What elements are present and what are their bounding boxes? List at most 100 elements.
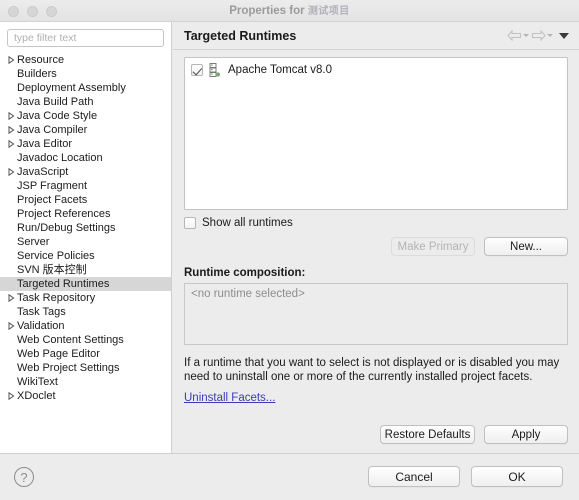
sidebar-item-label: Java Editor bbox=[17, 138, 73, 150]
runtime-composition-box: <no runtime selected> bbox=[184, 283, 568, 345]
sidebar-item-wikitext[interactable]: WikiText bbox=[0, 375, 171, 389]
forward-arrow-icon bbox=[531, 30, 546, 41]
sidebar-item-javadoc-location[interactable]: Javadoc Location bbox=[0, 151, 171, 165]
chevron-right-icon[interactable] bbox=[6, 322, 17, 330]
sidebar-item-label: Task Repository bbox=[17, 292, 96, 304]
restore-defaults-button[interactable]: Restore Defaults bbox=[380, 425, 475, 444]
show-all-runtimes-label: Show all runtimes bbox=[202, 217, 293, 229]
filter-input[interactable] bbox=[7, 29, 164, 47]
sidebar-item-java-build-path[interactable]: Java Build Path bbox=[0, 95, 171, 109]
sidebar-item-label: Server bbox=[17, 236, 50, 248]
window-title-project: 测试项目 bbox=[307, 6, 350, 17]
sidebar-item-label: Project Facets bbox=[17, 194, 88, 206]
sidebar-item-targeted-runtimes[interactable]: Targeted Runtimes bbox=[0, 277, 171, 291]
sidebar-item-label: JSP Fragment bbox=[17, 180, 88, 192]
sidebar-item-label: Targeted Runtimes bbox=[17, 278, 110, 290]
sidebar-item-label: SVN 版本控制 bbox=[17, 264, 87, 276]
sidebar-item-task-repository[interactable]: Task Repository bbox=[0, 291, 171, 305]
sidebar-item-xdoclet[interactable]: XDoclet bbox=[0, 389, 171, 403]
sidebar-item-javascript[interactable]: JavaScript bbox=[0, 165, 171, 179]
sidebar-item-java-editor[interactable]: Java Editor bbox=[0, 137, 171, 151]
runtime-list-item[interactable]: Apache Tomcat v8.0 bbox=[185, 62, 567, 78]
sidebar-item-label: Web Content Settings bbox=[17, 334, 124, 346]
settings-sidebar: Resource Builders Deployment Assembly Java … bbox=[0, 22, 172, 453]
window-title: Properties for 测试项目 bbox=[0, 0, 579, 22]
chevron-right-icon[interactable] bbox=[6, 392, 17, 400]
chevron-right-icon[interactable] bbox=[6, 140, 17, 148]
sidebar-item-label: Java Build Path bbox=[17, 96, 94, 108]
sidebar-item-label: Web Page Editor bbox=[17, 348, 100, 360]
settings-tree: Resource Builders Deployment Assembly Java … bbox=[0, 51, 171, 403]
runtime-action-buttons: Make Primary New... bbox=[184, 237, 568, 256]
show-all-runtimes-checkbox[interactable] bbox=[184, 217, 196, 229]
back-arrow-icon bbox=[507, 30, 522, 41]
sidebar-item-svn[interactable]: SVN 版本控制 bbox=[0, 263, 171, 277]
server-runtime-icon bbox=[208, 63, 224, 77]
sidebar-item-resource[interactable]: Resource bbox=[0, 53, 171, 67]
sidebar-item-deployment-assembly[interactable]: Deployment Assembly bbox=[0, 81, 171, 95]
make-primary-button[interactable]: Make Primary bbox=[391, 237, 475, 256]
runtime-composition-empty-text: <no runtime selected> bbox=[191, 288, 305, 300]
sidebar-item-label: Resource bbox=[17, 54, 65, 66]
runtime-composition-label: Runtime composition: bbox=[184, 267, 306, 279]
sidebar-item-web-project-settings[interactable]: Web Project Settings bbox=[0, 361, 171, 375]
window-title-prefix: Properties for bbox=[229, 5, 305, 17]
show-all-runtimes-row[interactable]: Show all runtimes bbox=[184, 217, 568, 229]
sidebar-item-server[interactable]: Server bbox=[0, 235, 171, 249]
sidebar-item-run-debug-settings[interactable]: Run/Debug Settings bbox=[0, 221, 171, 235]
sidebar-item-label: WikiText bbox=[17, 376, 58, 388]
sidebar-item-label: JavaScript bbox=[17, 166, 69, 178]
chevron-right-icon[interactable] bbox=[6, 168, 17, 176]
sidebar-item-java-code-style[interactable]: Java Code Style bbox=[0, 109, 171, 123]
nav-buttons bbox=[507, 30, 569, 41]
window-titlebar: Properties for 测试项目 bbox=[0, 0, 579, 22]
chevron-right-icon[interactable] bbox=[6, 126, 17, 134]
cancel-button[interactable]: Cancel bbox=[368, 466, 460, 487]
sidebar-item-label: Validation bbox=[17, 320, 65, 332]
sidebar-item-builders[interactable]: Builders bbox=[0, 67, 171, 81]
runtime-name-label: Apache Tomcat v8.0 bbox=[228, 64, 332, 76]
chevron-right-icon[interactable] bbox=[6, 294, 17, 302]
sidebar-item-label: Builders bbox=[17, 68, 57, 80]
forward-dropdown-caret-icon[interactable] bbox=[547, 34, 553, 37]
sidebar-item-validation[interactable]: Validation bbox=[0, 319, 171, 333]
sidebar-item-project-facets[interactable]: Project Facets bbox=[0, 193, 171, 207]
sidebar-item-project-references[interactable]: Project References bbox=[0, 207, 171, 221]
chevron-right-icon[interactable] bbox=[6, 112, 17, 120]
runtimes-list[interactable]: Apache Tomcat v8.0 bbox=[184, 57, 568, 210]
properties-dialog: Properties for 测试项目 Resource Builders Depl… bbox=[0, 0, 579, 500]
page-title: Targeted Runtimes bbox=[184, 28, 297, 43]
view-menu-caret-icon[interactable] bbox=[559, 32, 569, 39]
filter-wrapper bbox=[0, 22, 171, 51]
chevron-right-icon[interactable] bbox=[6, 56, 17, 64]
facets-hint-text: If a runtime that you want to select is … bbox=[184, 357, 560, 383]
forward-nav-button[interactable] bbox=[531, 30, 553, 41]
sidebar-item-label: Project References bbox=[17, 208, 111, 220]
new-runtime-button[interactable]: New... bbox=[484, 237, 568, 256]
sidebar-item-web-content-settings[interactable]: Web Content Settings bbox=[0, 333, 171, 347]
help-question-icon[interactable]: ? bbox=[14, 467, 34, 487]
sidebar-item-label: Task Tags bbox=[17, 306, 66, 318]
back-dropdown-caret-icon[interactable] bbox=[523, 34, 529, 37]
sidebar-item-label: Run/Debug Settings bbox=[17, 222, 116, 234]
sidebar-item-service-policies[interactable]: Service Policies bbox=[0, 249, 171, 263]
sidebar-item-label: Java Compiler bbox=[17, 124, 88, 136]
content-body: Apache Tomcat v8.0 Show all runtimes Mak… bbox=[173, 50, 579, 406]
sidebar-item-label: Javadoc Location bbox=[17, 152, 103, 164]
dialog-footer: ? Cancel OK bbox=[0, 453, 579, 500]
sidebar-item-jsp-fragment[interactable]: JSP Fragment bbox=[0, 179, 171, 193]
sidebar-item-label: XDoclet bbox=[17, 390, 56, 402]
apply-button[interactable]: Apply bbox=[484, 425, 568, 444]
page-action-buttons: Restore Defaults Apply bbox=[380, 425, 568, 444]
sidebar-item-label: Web Project Settings bbox=[17, 362, 120, 374]
runtime-checkbox[interactable] bbox=[191, 64, 203, 76]
back-nav-button[interactable] bbox=[507, 30, 529, 41]
sidebar-item-java-compiler[interactable]: Java Compiler bbox=[0, 123, 171, 137]
footer-buttons: Cancel OK bbox=[368, 466, 563, 487]
sidebar-item-task-tags[interactable]: Task Tags bbox=[0, 305, 171, 319]
settings-content-pane: Targeted Runtimes Apache Tomcat v8.0 Sho… bbox=[173, 22, 579, 453]
ok-button[interactable]: OK bbox=[471, 466, 563, 487]
sidebar-item-label: Java Code Style bbox=[17, 110, 98, 122]
uninstall-facets-link[interactable]: Uninstall Facets... bbox=[184, 392, 275, 404]
sidebar-item-web-page-editor[interactable]: Web Page Editor bbox=[0, 347, 171, 361]
